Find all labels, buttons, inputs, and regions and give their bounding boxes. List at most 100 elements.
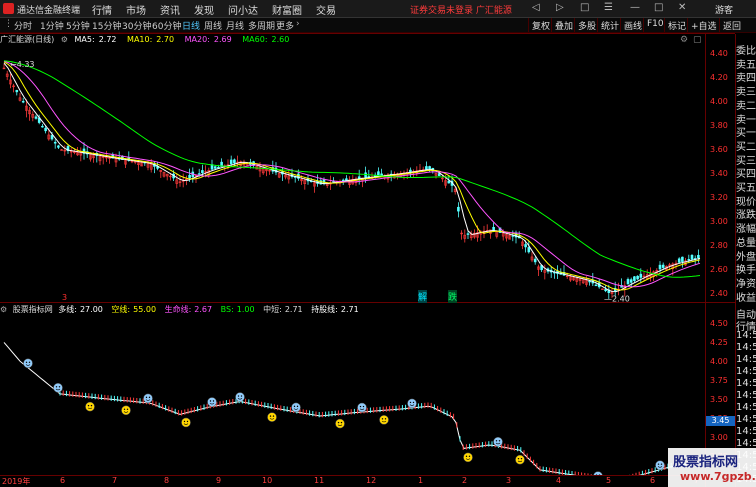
sell-signal-icon xyxy=(593,471,603,475)
menu-discover[interactable]: 发现 xyxy=(194,2,214,17)
menu-wealth[interactable]: 财富圈 xyxy=(272,2,302,17)
ma10-label: MA10: 2.70 xyxy=(127,35,178,44)
ma10-line xyxy=(3,61,701,291)
login-tip[interactable]: 证券交易未登录 广汇能源 xyxy=(410,3,512,16)
watermark-title: 股票指标网 xyxy=(673,455,739,470)
btn-draw[interactable]: 画线 xyxy=(620,18,645,32)
menu-market[interactable]: 行情 xyxy=(92,2,112,17)
btn-add-favorite[interactable]: +自选 xyxy=(687,18,720,32)
y-tick: 3.60 xyxy=(710,145,728,154)
indicator-chart[interactable] xyxy=(0,318,705,475)
period-30min[interactable]: 30分钟 xyxy=(122,19,151,32)
marker-unlock: 解 xyxy=(418,290,428,303)
chart-collapse-icon[interactable]: ▢ xyxy=(693,35,702,45)
candle xyxy=(677,257,681,264)
quote-panel: 委比 卖五 卖四 卖三 卖二 卖一 买一 买二 买三 买四 买五 现价 涨跌 涨幅 总量 外盘 换手 净资 收益 自动… xyxy=(736,34,756,487)
menu-news[interactable]: 资讯 xyxy=(160,2,180,17)
candle xyxy=(521,239,524,250)
btn-stats[interactable]: 统计 xyxy=(597,18,622,32)
quote-row-label: 卖五 xyxy=(736,59,756,69)
period-1min[interactable]: 1分钟 xyxy=(40,19,64,32)
buy-signal-icon xyxy=(379,415,389,425)
kline-chart[interactable]: ←4.33 —2.40 xyxy=(0,47,705,302)
btn-back[interactable]: 返回 xyxy=(719,18,744,32)
indicator-hold: 持股线: 2.71 xyxy=(311,305,362,314)
price-tag: 3.45 xyxy=(706,416,735,426)
menu-icon[interactable]: ☰ xyxy=(604,2,613,13)
layout-icon[interactable]: □ xyxy=(580,2,589,13)
title-bar: 通达信金融终端 行情 市场 资讯 发现 问小达 财富圈 交易 证券交易未登录 广… xyxy=(0,0,756,18)
quote-row-label: 买四 xyxy=(736,169,756,179)
candle xyxy=(533,256,537,265)
maximize-icon[interactable]: □ xyxy=(654,2,663,13)
more-chevron-icon[interactable]: › xyxy=(296,19,300,29)
chart-settings-icon[interactable]: ⚙ xyxy=(680,35,688,45)
quote-row-label: 买三 xyxy=(736,155,756,165)
candle xyxy=(466,231,470,240)
bs-key: BS: xyxy=(220,305,234,314)
candle xyxy=(9,73,12,89)
quote-row-label: 总量 xyxy=(736,237,756,247)
btn-multi-stock[interactable]: 多股 xyxy=(574,18,599,32)
low-price-label: —2.40 xyxy=(604,294,630,302)
close-icon[interactable]: ✕ xyxy=(678,2,686,13)
candle xyxy=(12,83,15,93)
btn-mark[interactable]: 标记 xyxy=(664,18,689,32)
candle xyxy=(95,151,99,163)
candle xyxy=(645,269,649,280)
menu-ask[interactable]: 问小达 xyxy=(228,2,258,17)
indicator-life: 生命线: 2.67 xyxy=(165,305,216,314)
period-weekly[interactable]: 周线 xyxy=(204,19,222,32)
btn-overlay[interactable]: 叠加 xyxy=(551,18,576,32)
hold-value: 2.71 xyxy=(340,305,359,314)
candle xyxy=(63,145,67,156)
guest-label[interactable]: 游客 xyxy=(715,3,733,16)
period-5min[interactable]: 5分钟 xyxy=(66,19,90,32)
sell-signal-icon xyxy=(655,460,665,470)
period-monthly[interactable]: 月线 xyxy=(226,19,244,32)
indicator-mid: 中短: 2.71 xyxy=(263,305,306,314)
period-tick[interactable]: 分时 xyxy=(14,19,32,32)
candle xyxy=(18,92,22,102)
period-60min[interactable]: 60分钟 xyxy=(152,19,181,32)
period-more[interactable]: 更多 xyxy=(276,19,294,32)
ma10-key: MA10: xyxy=(127,35,153,44)
menu-board[interactable]: 市场 xyxy=(126,2,146,17)
candle xyxy=(434,172,438,179)
ma20-value: 2.69 xyxy=(213,35,232,44)
watermark: 股票指标网 www.7gpzb.com xyxy=(668,448,756,487)
candle xyxy=(428,165,431,172)
candle xyxy=(633,275,636,283)
candle xyxy=(345,175,348,181)
forward-icon[interactable]: ▷ xyxy=(556,2,564,13)
y-tick: 4.25 xyxy=(710,338,728,347)
sell-signal-icon xyxy=(143,393,153,404)
sell-signal-icon xyxy=(357,402,367,413)
ma60-label: MA60: 2.60 xyxy=(242,35,293,44)
indicator-long: 多线: 27.00 xyxy=(58,305,106,314)
y-tick: 2.40 xyxy=(710,289,728,298)
toolbar-grip-icon: ⋮ xyxy=(4,19,13,29)
period-daily[interactable]: 日线 xyxy=(182,19,200,32)
candle xyxy=(457,202,460,218)
buy-signal-icon xyxy=(121,405,131,416)
menu-trade[interactable]: 交易 xyxy=(316,2,336,17)
gear-icon[interactable]: ⚙ xyxy=(61,35,68,44)
x-tick: 3 xyxy=(506,476,512,485)
x-tick: 2019年 xyxy=(2,477,31,486)
btn-adjust[interactable]: 复权 xyxy=(528,18,553,32)
back-icon[interactable]: ◁ xyxy=(532,2,540,13)
y-tick: 3.50 xyxy=(710,395,728,404)
y-tick: 3.20 xyxy=(710,193,728,202)
long-key: 多线: xyxy=(58,305,77,314)
candle xyxy=(460,230,463,240)
y-tick: 4.00 xyxy=(710,357,728,366)
indicator-settings-icon[interactable]: ⚙ xyxy=(0,305,7,314)
y-tick: 3.00 xyxy=(710,433,728,442)
ma60-key: MA60: xyxy=(242,35,268,44)
candle xyxy=(15,89,19,96)
period-15min[interactable]: 15分钟 xyxy=(92,19,121,32)
period-multi[interactable]: 多周期 xyxy=(248,19,275,32)
minimize-icon[interactable]: — xyxy=(630,2,640,13)
candle xyxy=(581,279,585,285)
